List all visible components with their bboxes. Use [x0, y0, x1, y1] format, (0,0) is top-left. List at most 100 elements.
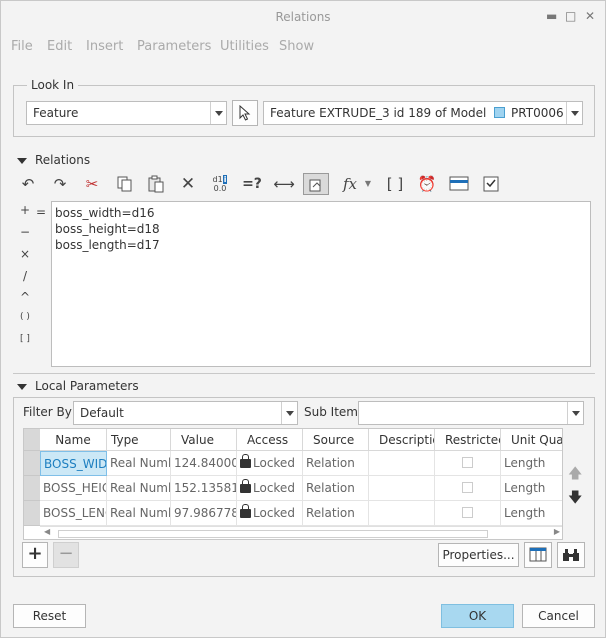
- restricted-checkbox[interactable]: [462, 507, 473, 518]
- row-header[interactable]: [24, 501, 40, 526]
- delete-icon[interactable]: ✕: [177, 173, 199, 195]
- operator-equals-button[interactable]: =: [35, 205, 47, 219]
- param-name-cell[interactable]: BOSS_LENG: [40, 501, 107, 526]
- menu-parameters[interactable]: Parameters: [137, 39, 211, 54]
- param-restricted-cell[interactable]: [435, 451, 501, 476]
- scroll-right-icon[interactable]: ▶: [554, 527, 560, 536]
- cancel-button[interactable]: Cancel: [522, 604, 595, 628]
- look-in-feature-select[interactable]: Feature EXTRUDE_3 id 189 of Model PRT000…: [263, 101, 583, 125]
- param-type-cell[interactable]: Real Numb: [107, 501, 171, 526]
- column-header-description[interactable]: Descriptio: [369, 429, 435, 451]
- param-unit-cell[interactable]: Length: [501, 476, 562, 501]
- search-parameters-button[interactable]: [557, 542, 585, 568]
- minimize-icon[interactable]: ▬: [546, 9, 557, 23]
- relation-line: boss_height=d18: [55, 222, 160, 236]
- scroll-left-icon[interactable]: ◀: [44, 527, 50, 536]
- param-value-cell[interactable]: 124.84000: [171, 451, 237, 476]
- add-parameter-button[interactable]: +: [22, 542, 48, 568]
- operator-minus-button[interactable]: −: [19, 225, 31, 239]
- copy-icon[interactable]: [113, 173, 135, 195]
- splitter[interactable]: [13, 373, 595, 374]
- param-unit-cell[interactable]: Length: [501, 451, 562, 476]
- param-description-cell[interactable]: [369, 501, 435, 526]
- undo-icon[interactable]: ↶: [17, 173, 39, 195]
- cut-icon[interactable]: ✂: [81, 173, 103, 195]
- param-access-cell[interactable]: Locked: [237, 451, 303, 476]
- dimension-values-icon[interactable]: d1i 0.0: [209, 173, 231, 195]
- remove-parameter-button[interactable]: −: [53, 542, 79, 568]
- part-model-icon: [494, 107, 506, 118]
- menu-edit[interactable]: Edit: [47, 39, 72, 54]
- param-description-cell[interactable]: [369, 476, 435, 501]
- move-up-icon[interactable]: 🡅: [568, 463, 582, 487]
- look-in-legend: Look In: [27, 78, 79, 92]
- select-feature-button[interactable]: [232, 100, 258, 126]
- evaluate-icon[interactable]: =?: [241, 173, 263, 195]
- maximize-icon[interactable]: □: [565, 9, 576, 23]
- relations-section-toggle[interactable]: Relations: [17, 153, 90, 167]
- column-header-source[interactable]: Source: [303, 429, 369, 451]
- param-value-cell[interactable]: 97.986778: [171, 501, 237, 526]
- scroll-thumb[interactable]: [58, 530, 488, 538]
- column-header-restricted[interactable]: Restrictec: [435, 429, 501, 451]
- look-in-type-select[interactable]: Feature: [26, 101, 227, 125]
- column-header-unit-quantity[interactable]: Unit Qua: [501, 429, 562, 451]
- menu-show[interactable]: Show: [279, 39, 314, 54]
- restricted-checkbox[interactable]: [462, 457, 473, 468]
- display-units-icon[interactable]: [448, 173, 470, 195]
- param-name-cell[interactable]: BOSS_HEIG: [40, 476, 107, 501]
- param-type-cell[interactable]: Real Numb: [107, 451, 171, 476]
- function-icon[interactable]: fx: [339, 173, 361, 195]
- checklist-icon[interactable]: [480, 173, 502, 195]
- operator-parentheses-button[interactable]: ( ): [19, 312, 31, 322]
- filter-by-select[interactable]: Default: [73, 401, 298, 425]
- properties-button[interactable]: Properties...: [438, 543, 519, 567]
- param-source-cell[interactable]: Relation: [303, 476, 369, 501]
- param-value-cell[interactable]: 152.13581: [171, 476, 237, 501]
- menu-bar: File Edit Insert Parameters Utilities Sh…: [1, 34, 605, 58]
- row-header[interactable]: [24, 476, 40, 501]
- move-down-icon[interactable]: 🡇: [568, 487, 582, 511]
- menu-utilities[interactable]: Utilities: [220, 39, 269, 54]
- horizontal-scrollbar[interactable]: ◀ ▶: [40, 526, 562, 539]
- param-access-cell[interactable]: Locked: [237, 476, 303, 501]
- look-in-model-name: PRT0006: [511, 106, 564, 120]
- restricted-checkbox[interactable]: [462, 482, 473, 493]
- column-header-value[interactable]: Value: [171, 429, 237, 451]
- operator-brackets-button[interactable]: [ ]: [19, 334, 31, 344]
- operator-plus-button[interactable]: +: [19, 203, 31, 217]
- column-header-access[interactable]: Access: [237, 429, 303, 451]
- table-columns-button[interactable]: [524, 542, 552, 568]
- brackets-icon[interactable]: [ ]: [384, 173, 406, 195]
- redo-icon[interactable]: ↷: [49, 173, 71, 195]
- operator-divide-button[interactable]: /: [19, 269, 31, 283]
- param-type-cell[interactable]: Real Numb: [107, 476, 171, 501]
- param-restricted-cell[interactable]: [435, 501, 501, 526]
- menu-insert[interactable]: Insert: [86, 39, 123, 54]
- dimension-icon[interactable]: ⟷: [273, 173, 295, 195]
- param-name-cell[interactable]: BOSS_WID: [40, 451, 107, 476]
- ok-button[interactable]: OK: [441, 604, 514, 628]
- operator-power-button[interactable]: ^: [19, 290, 31, 304]
- sub-items-select[interactable]: [358, 401, 584, 425]
- param-description-cell[interactable]: [369, 451, 435, 476]
- param-restricted-cell[interactable]: [435, 476, 501, 501]
- paste-icon[interactable]: [145, 173, 167, 195]
- param-source-cell[interactable]: Relation: [303, 501, 369, 526]
- reset-button[interactable]: Reset: [13, 604, 86, 628]
- column-header-type[interactable]: Type: [107, 429, 171, 451]
- operator-multiply-button[interactable]: ×: [19, 247, 31, 261]
- verify-relations-icon[interactable]: ⏰: [416, 173, 438, 195]
- param-unit-cell[interactable]: Length: [501, 501, 562, 526]
- function-dropdown-icon[interactable]: ▼: [361, 173, 375, 195]
- column-header-name[interactable]: Name: [40, 429, 107, 451]
- sort-relations-icon[interactable]: [303, 173, 329, 195]
- local-parameters-section-toggle[interactable]: Local Parameters: [17, 379, 139, 393]
- param-source-cell[interactable]: Relation: [303, 451, 369, 476]
- relations-editor[interactable]: boss_width=d16 boss_height=d18 boss_leng…: [51, 201, 591, 367]
- param-access-cell[interactable]: Locked: [237, 501, 303, 526]
- minus-icon: −: [58, 543, 74, 564]
- close-icon[interactable]: ✕: [585, 9, 595, 23]
- menu-file[interactable]: File: [11, 39, 33, 54]
- row-header[interactable]: [24, 451, 40, 476]
